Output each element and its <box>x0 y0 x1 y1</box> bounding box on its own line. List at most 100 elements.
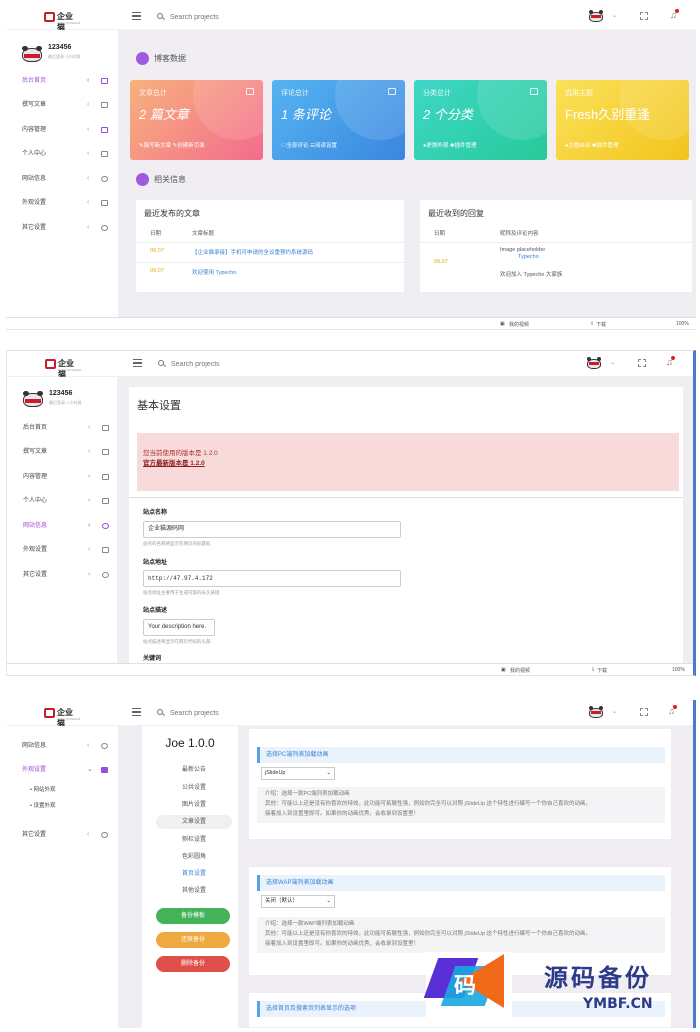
sidebar-item-content[interactable]: 内容管理 ‹ <box>22 124 112 136</box>
chevron-left-icon: ‹ <box>87 831 90 838</box>
sidebar-item-label: 其它设置 <box>22 832 47 838</box>
menu-toggle-icon[interactable] <box>133 359 142 367</box>
sidebar-item-other[interactable]: 其它设置 ‹ <box>22 829 112 841</box>
chevron-left-icon: ‹ <box>87 101 90 108</box>
sidebar-item-label: 网站信息 <box>23 523 48 529</box>
wap-animation-select[interactable]: 关闭（默认） ⌄ <box>261 895 335 908</box>
chevron-left-icon: ‹ <box>87 199 90 206</box>
logo[interactable]: 企业猫 WWW.QIYEMAO <box>45 358 82 379</box>
desc-line: 其他：可能以上还是没有你喜欢的特效。此功能可拓展性强，例如你完全可以对照 jSl… <box>265 801 592 807</box>
chevron-down-icon[interactable]: ⌄ <box>612 12 617 19</box>
card-links[interactable]: ☁全部评论 ☰阅读设置 <box>281 141 337 149</box>
logo-subtext: WWW.QIYEMAO <box>58 368 82 372</box>
video-icon[interactable]: ▣ <box>500 321 505 327</box>
statusbar-video[interactable]: 我的视频 <box>510 667 530 674</box>
gear-icon <box>101 225 108 231</box>
post-link[interactable]: 【企业猫承接】手机可申请的全议重预约系统源码 <box>192 248 313 256</box>
search-input[interactable] <box>170 12 290 23</box>
logo[interactable]: 企业猫 WWW.QIYEMAO <box>44 11 80 32</box>
field-description: 站点描述将显示在网页代码的头部. <box>143 639 212 644</box>
chevron-left-icon: ‹ <box>88 497 91 504</box>
latest-version-link[interactable]: 官方最新版本是 1.2.0 <box>143 457 205 467</box>
card-value: 1 条评论 <box>281 107 331 122</box>
joe-link-color[interactable]: 色彩圆角 <box>156 850 232 864</box>
joe-link-article[interactable]: 文章设置 <box>156 815 232 829</box>
avatar[interactable] <box>587 357 601 370</box>
fullscreen-icon[interactable] <box>640 12 648 20</box>
fullscreen-icon[interactable] <box>638 359 646 367</box>
sidebar-item-appearance[interactable]: 外观设置 ‹ <box>22 197 112 209</box>
desc-line: 介绍：选择一款WAP端列表加载动画 <box>265 921 355 927</box>
sidebar-item-profile[interactable]: 个人中心 ‹ <box>22 148 112 160</box>
restore-button[interactable]: 还原备份 <box>156 932 230 948</box>
logo[interactable]: 企业猫 WWW.QIYEMAO <box>44 707 80 728</box>
sidebar-item-dashboard[interactable]: 后台首页 ‹ <box>22 75 112 87</box>
statusbar: ▣ 我的视频 ⇩ 下载 100% <box>7 663 693 675</box>
sidebar-item-dashboard[interactable]: 后台首页 ‹ <box>23 422 113 434</box>
stat-card-theme[interactable]: 启用主题 Fresh久别重逢 ●主题启动 ✱插件管理 <box>556 80 689 160</box>
post-link[interactable]: 欢迎使用 Typecho <box>192 268 236 276</box>
stat-card-comments[interactable]: 评论总计 1 条评论 ☁全部评论 ☰阅读设置 <box>272 80 405 160</box>
table-row: 09.07 Image placeholder Typecho 欢迎加入 Typ… <box>420 242 692 282</box>
sidebar-item-appearance[interactable]: 外观设置 ‹ <box>23 544 113 556</box>
card-links[interactable]: ✎撰写新文章 ✎创建新页面 <box>139 141 205 149</box>
menu-toggle-icon[interactable] <box>132 12 141 20</box>
reply-text: 欢迎加入 Typecho 大家族 <box>500 272 563 278</box>
sidebar-item-site-info[interactable]: 网站信息 ‹ <box>22 740 112 752</box>
chevron-left-icon: ‹ <box>87 175 90 182</box>
joe-link-other[interactable]: 其他设置 <box>156 884 232 898</box>
stat-card-posts[interactable]: 文章总计 2 篇文章 ✎撰写新文章 ✎创建新页面 <box>130 80 263 160</box>
card-links[interactable]: ●主题启动 ✱插件管理 <box>565 141 618 149</box>
sidebar-item-site-info[interactable]: 网站信息 ‹ <box>22 173 112 185</box>
sidebar-item-content[interactable]: 内容管理 ‹ <box>23 471 113 483</box>
sidebar-item-write[interactable]: 撰写文章 ‹ <box>22 99 112 111</box>
sidebar-item-write[interactable]: 撰写文章 ‹ <box>23 446 113 458</box>
fullscreen-icon[interactable] <box>640 708 648 716</box>
joe-link-image[interactable]: 图片设置 <box>156 798 232 812</box>
logo-icon <box>44 12 55 22</box>
stat-card-categories[interactable]: 分类总计 2 个分类 ●更换外观 ✱插件管理 <box>414 80 547 160</box>
statusbar-download[interactable]: 下载 <box>597 667 607 674</box>
sidebar-item-appearance[interactable]: 外观设置 ⌄ <box>22 764 112 776</box>
avatar[interactable] <box>589 10 603 23</box>
site-description-input[interactable]: Your description here. <box>143 619 215 636</box>
section-heading: 博客数据 <box>136 52 186 66</box>
delete-backup-button[interactable]: 删除备份 <box>156 956 230 972</box>
zoom-level[interactable]: 100% <box>676 321 689 327</box>
site-name-input[interactable]: 企业猫源码网 <box>143 521 401 538</box>
search-input[interactable] <box>170 708 290 719</box>
sidebar-item-profile[interactable]: 个人中心 ‹ <box>23 495 113 507</box>
chevron-left-icon: ‹ <box>87 150 90 157</box>
chevron-down-icon[interactable]: ⌄ <box>612 708 617 715</box>
table-row: 09.07 欢迎使用 Typecho <box>136 262 404 280</box>
avatar[interactable] <box>589 706 603 719</box>
joe-link-home[interactable]: 首页设置 <box>156 867 232 881</box>
sidebar: 123456 最后登录: 2小时前 后台首页 ‹ 撰写文章 ‹ 内容管理 ‹ 个人中心… <box>6 30 118 329</box>
statusbar-download[interactable]: 下载 <box>596 321 606 328</box>
sidebar-item-other[interactable]: 其它设置 ‹ <box>22 222 112 234</box>
backup-button[interactable]: 备份模板 <box>156 908 230 924</box>
sidebar-item-other[interactable]: 其它设置 ‹ <box>23 569 113 581</box>
joe-link-general[interactable]: 公共设置 <box>156 781 232 795</box>
sidebar-item-label: 外观设置 <box>23 547 48 553</box>
download-icon[interactable]: ⇩ <box>590 321 594 327</box>
image-placeholder: Image placeholder <box>500 247 546 253</box>
statusbar-video[interactable]: 我的视频 <box>509 321 529 328</box>
pc-animation-select[interactable]: jSlideUp ⌄ <box>261 767 335 780</box>
sidebar-item-label: 设置外观 <box>33 803 56 809</box>
reply-author[interactable]: Typecho <box>518 254 539 260</box>
joe-link-announcement[interactable]: 最新公告 <box>156 763 232 777</box>
zoom-level[interactable]: 100% <box>672 667 685 673</box>
sidebar-subitem-site-appearance[interactable]: • 网站外观 <box>30 784 120 796</box>
menu-toggle-icon[interactable] <box>132 708 141 716</box>
site-url-input[interactable]: http://47.97.4.172 <box>143 570 401 587</box>
search-input[interactable] <box>171 359 291 370</box>
download-icon[interactable]: ⇩ <box>591 667 595 673</box>
card-links[interactable]: ●更换外观 ✱插件管理 <box>423 141 476 149</box>
sidebar-subitem-set-appearance[interactable]: • 设置外观 <box>30 800 120 812</box>
video-icon[interactable]: ▣ <box>501 667 506 673</box>
sidebar-item-site-info[interactable]: 网站信息 ‹ <box>23 520 113 532</box>
desc-line: 接着加入到设置里即可。如果你的动画优秀，会收录到设置里！ <box>265 811 420 817</box>
chevron-down-icon[interactable]: ⌄ <box>610 359 615 366</box>
joe-link-sidebar[interactable]: 侧栏设置 <box>156 833 232 847</box>
